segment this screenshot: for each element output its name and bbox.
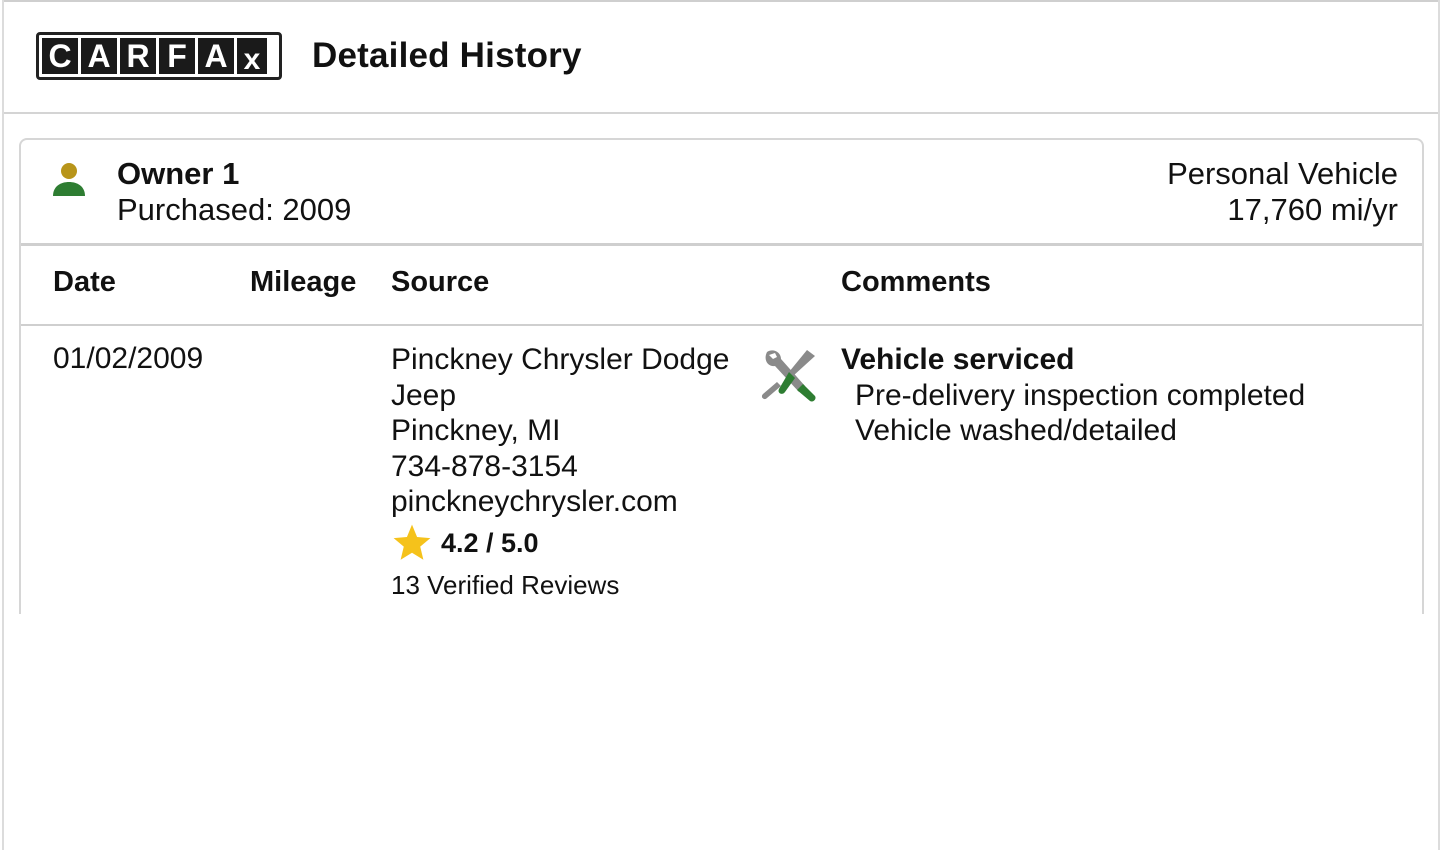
owner-summary: Owner 1 Purchased: 2009 Personal Vehicle… xyxy=(21,140,1422,246)
logo-letter: C xyxy=(42,38,78,74)
dealer-rating: 4.2 / 5.0 xyxy=(391,522,539,564)
column-header-date: Date xyxy=(53,266,116,298)
source-location: Pinckney, MI xyxy=(391,414,561,447)
owner-purchased: Purchased: 2009 xyxy=(117,192,352,227)
comment-line: Pre-delivery inspection completed xyxy=(855,378,1306,412)
logo-letter: x xyxy=(237,38,267,76)
source-name-line2: Jeep xyxy=(391,378,457,412)
page-title: Detailed History xyxy=(312,36,582,75)
source-website-link[interactable]: pinckneychrysler.com xyxy=(391,484,761,520)
carfax-detailed-history-page: C A R F A x Detailed History Owner 1 Pur… xyxy=(0,0,1442,850)
vehicle-type: Personal Vehicle xyxy=(1167,156,1398,191)
row-comments: Vehicle serviced Pre-delivery inspection… xyxy=(841,342,1305,449)
mileage-rate: 17,760 mi/yr xyxy=(1227,192,1398,227)
row-source: Pinckney Chrysler Dodge Jeep Pinckney, M… xyxy=(391,342,761,520)
carfax-logo: C A R F A x xyxy=(36,32,282,80)
rating-value: 4.2 / 5.0 xyxy=(441,527,539,558)
service-wrench-icon xyxy=(761,350,816,402)
source-name-line1: Pinckney Chrysler Dodge xyxy=(391,343,730,376)
table-row: 01/02/2009 Pinckney Chrysler Dodge Jeep … xyxy=(21,326,1422,626)
logo-letter: F xyxy=(159,38,195,74)
row-date: 01/02/2009 xyxy=(53,342,204,375)
person-icon xyxy=(53,163,85,196)
table-header: Date Mileage Source Comments xyxy=(21,246,1422,326)
column-header-comments: Comments xyxy=(841,266,991,298)
comment-title: Vehicle serviced xyxy=(841,343,1075,376)
source-phone[interactable]: 734-878-3154 xyxy=(391,449,761,485)
header: C A R F A x Detailed History xyxy=(4,2,1438,114)
column-header-source: Source xyxy=(391,266,490,298)
comment-line: Vehicle washed/detailed xyxy=(855,414,1177,447)
bottom-blank-area xyxy=(4,614,1438,850)
logo-letter: R xyxy=(120,38,156,74)
column-header-mileage: Mileage xyxy=(250,266,357,298)
owner-name: Owner 1 xyxy=(117,156,240,191)
owner-usage: Personal Vehicle 17,760 mi/yr xyxy=(1167,156,1398,228)
verified-reviews-link[interactable]: 13 Verified Reviews xyxy=(391,570,619,601)
star-icon xyxy=(393,524,431,560)
logo-letter: A xyxy=(81,38,117,74)
frame-right-border xyxy=(1438,0,1440,850)
logo-letter: A xyxy=(198,38,234,74)
